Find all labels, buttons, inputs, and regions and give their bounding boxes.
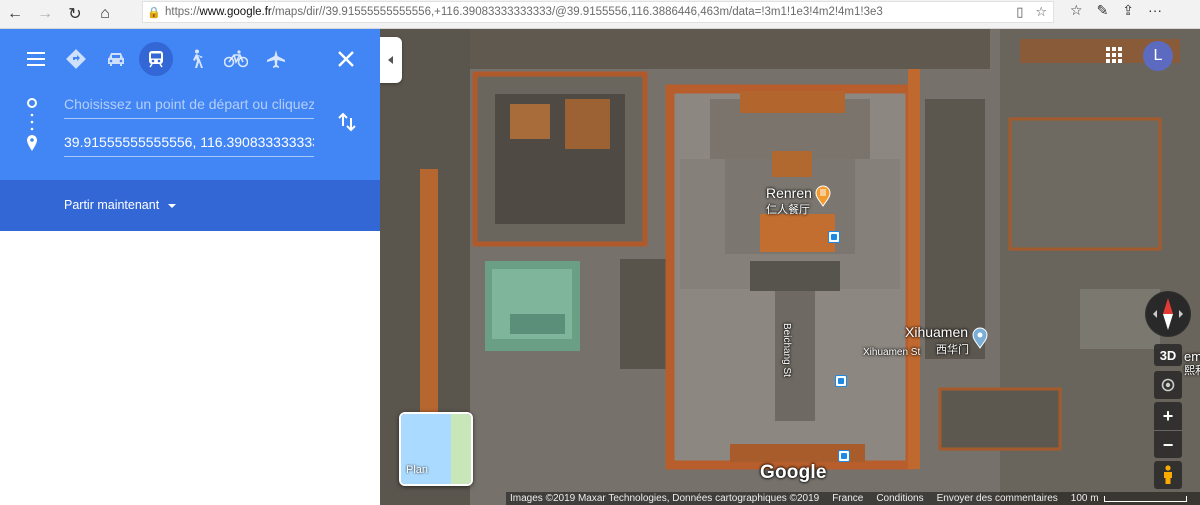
back-icon[interactable]: ←: [0, 2, 30, 26]
restaurant-pin-icon[interactable]: [815, 185, 831, 207]
best-route-icon[interactable]: [56, 41, 96, 77]
satellite-map[interactable]: L Renren 仁人餐厅 Xihuamen 西华门 Xihuamen St B…: [380, 29, 1200, 505]
edge-poi-chinese-label[interactable]: 熙和: [1184, 362, 1200, 378]
3d-toggle-button[interactable]: 3D: [1154, 344, 1182, 366]
start-point-input[interactable]: Choisissez un point de départ ou cliquez…: [64, 91, 314, 119]
bicycle-icon[interactable]: [216, 41, 256, 77]
bus-stop-icon[interactable]: [835, 375, 847, 387]
directions-header: Choisissez un point de départ ou cliquez…: [0, 29, 380, 180]
bus-stop-icon[interactable]: [828, 231, 840, 243]
poi-renren-label[interactable]: Renren: [766, 185, 812, 201]
scale-label[interactable]: 100 m: [1071, 493, 1099, 504]
country-link[interactable]: France: [832, 493, 863, 504]
landmark-pin-icon[interactable]: [972, 327, 988, 349]
more-icon[interactable]: ···: [1148, 2, 1162, 19]
route-dots-icon: [27, 98, 37, 151]
leave-now-dropdown[interactable]: Partir maintenant: [64, 198, 159, 212]
url-path: /maps/dir//39.91555555555556,+116.390833…: [271, 6, 883, 18]
directions-panel: Choisissez un point de départ ou cliquez…: [0, 29, 380, 505]
scale-bar: [1103, 495, 1187, 502]
zoom-out-button[interactable]: −: [1154, 431, 1182, 459]
car-icon[interactable]: [96, 41, 136, 77]
google-logo: Google: [760, 462, 827, 483]
poi-renren-chinese-label[interactable]: 仁人餐厅: [766, 201, 810, 217]
reading-view-icon[interactable]: ▯: [1016, 4, 1023, 20]
share-icon[interactable]: ⇪: [1122, 2, 1134, 19]
favorites-icon[interactable]: ☆: [1070, 2, 1083, 19]
chevron-left-icon: [388, 56, 393, 64]
close-icon[interactable]: [334, 47, 358, 71]
zoom-in-button[interactable]: +: [1154, 402, 1182, 430]
menu-icon[interactable]: [16, 41, 56, 77]
browser-toolbar: ← → ↻ ⌂ 🔒 https:// www.google.fr /maps/d…: [0, 0, 1200, 29]
flight-icon[interactable]: [256, 41, 296, 77]
caret-down-icon[interactable]: [168, 204, 176, 208]
satellite-imagery: [380, 29, 1200, 505]
travel-mode-row: [16, 41, 366, 77]
layer-preview-land: [451, 414, 471, 484]
collapse-panel-button[interactable]: [380, 37, 402, 83]
pegman-icon: [1164, 465, 1172, 484]
favorite-star-icon[interactable]: ☆: [1035, 4, 1047, 20]
street-xihuamen-label: Xihuamen St: [863, 347, 921, 358]
url-host: www.google.fr: [199, 6, 272, 18]
poi-xihuamen-label[interactable]: Xihuamen: [905, 324, 968, 340]
account-avatar[interactable]: L: [1143, 41, 1173, 71]
transit-icon[interactable]: [136, 41, 176, 77]
bus-stop-icon[interactable]: [838, 450, 850, 462]
destination-input[interactable]: 39.91555555555556, 116.39083333333333: [64, 129, 314, 157]
apps-grid-icon[interactable]: [1106, 47, 1122, 63]
departure-time-bar: Partir maintenant: [0, 180, 380, 231]
compass-icon[interactable]: [1145, 291, 1191, 337]
conditions-link[interactable]: Conditions: [876, 493, 923, 504]
my-location-icon: [1161, 378, 1175, 392]
my-location-button[interactable]: [1154, 371, 1182, 399]
copyright-text: Images ©2019 Maxar Technologies, Données…: [510, 493, 820, 504]
pen-icon[interactable]: ✎: [1097, 2, 1109, 19]
map-footer: Images ©2019 Maxar Technologies, Données…: [506, 492, 1200, 505]
url-prefix: https://: [165, 6, 200, 18]
pegman-button[interactable]: [1154, 461, 1182, 489]
swap-icon[interactable]: [336, 111, 358, 133]
lock-icon: 🔒: [147, 6, 161, 19]
street-beichang-label: Beichang St: [781, 323, 792, 377]
refresh-icon[interactable]: ↻: [60, 2, 90, 26]
poi-xihuamen-chinese-label[interactable]: 西华门: [936, 341, 969, 357]
map-layer-toggle[interactable]: Plan: [399, 412, 473, 486]
layer-label: Plan: [406, 464, 429, 476]
walking-icon[interactable]: [176, 41, 216, 77]
zoom-controls: + −: [1154, 402, 1182, 458]
feedback-link[interactable]: Envoyer des commentaires: [937, 493, 1058, 504]
forward-icon[interactable]: →: [30, 2, 60, 26]
home-icon[interactable]: ⌂: [90, 2, 120, 26]
address-bar[interactable]: 🔒 https:// www.google.fr /maps/dir//39.9…: [142, 1, 1054, 23]
